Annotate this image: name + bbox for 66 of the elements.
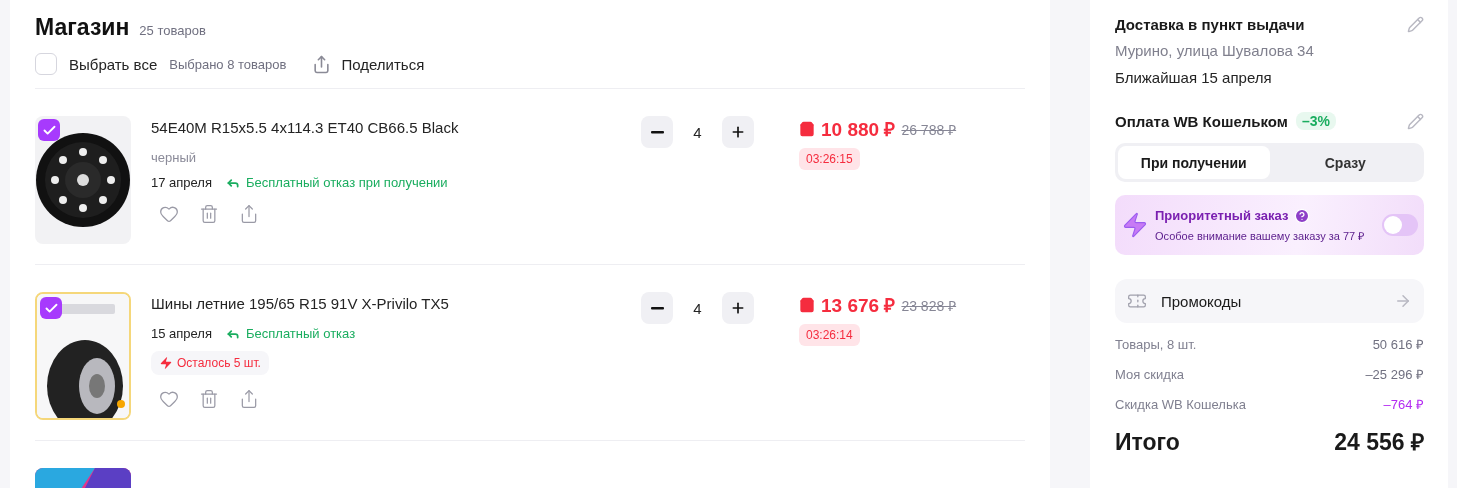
summary-value: 50 616 ₽ bbox=[1372, 336, 1424, 353]
select-all-label[interactable]: Выбрать все bbox=[69, 55, 158, 73]
item-checkbox[interactable] bbox=[40, 297, 62, 319]
favorite-icon[interactable] bbox=[159, 204, 179, 224]
delete-icon[interactable] bbox=[199, 389, 219, 409]
nearest-date: Ближайшая 15 апреля bbox=[1115, 69, 1273, 86]
product-title[interactable]: 54E40M R15x5.5 4x114.3 ET40 CB66.5 Black bbox=[151, 119, 641, 136]
arrow-right-icon bbox=[1394, 292, 1412, 310]
product-title[interactable]: Шины летние 195/65 R15 91V X-Privilo TX5 bbox=[151, 295, 641, 312]
promo-button[interactable]: Промокоды bbox=[1115, 279, 1424, 323]
priority-toggle[interactable] bbox=[1382, 214, 1418, 236]
help-icon[interactable] bbox=[1294, 207, 1311, 224]
free-refusal-note: Бесплатный отказ bbox=[246, 326, 356, 341]
minus-icon bbox=[650, 306, 664, 310]
discount-badge: –3% bbox=[1295, 112, 1336, 130]
stock-text: Осталось 5 шт. bbox=[177, 356, 261, 370]
item-count: 25 товаров bbox=[139, 23, 206, 38]
delivery-date: 15 апреля bbox=[151, 326, 212, 341]
edit-icon[interactable] bbox=[1407, 112, 1424, 130]
old-price: 23 828 ₽ bbox=[901, 296, 957, 315]
decrease-button[interactable] bbox=[641, 292, 673, 324]
selected-count: Выбрано 8 товаров bbox=[169, 56, 287, 72]
quantity-value: 4 bbox=[692, 299, 703, 317]
plus-icon bbox=[730, 300, 746, 316]
timer-badge: 03:26:14 bbox=[799, 324, 860, 346]
lightning-icon bbox=[159, 356, 173, 370]
delivery-address: Мурино, улица Шувалова 34 bbox=[1115, 42, 1315, 59]
plus-icon bbox=[730, 124, 746, 140]
favorite-icon[interactable] bbox=[159, 389, 179, 409]
total-label: Итого bbox=[1115, 429, 1180, 456]
share-icon bbox=[312, 54, 332, 74]
share-icon[interactable] bbox=[239, 204, 259, 224]
delivery-date: 17 апреля bbox=[151, 175, 212, 190]
select-all-checkbox[interactable] bbox=[35, 53, 57, 75]
share-icon[interactable] bbox=[239, 389, 259, 409]
timer-badge: 03:26:15 bbox=[799, 148, 860, 170]
increase-button[interactable] bbox=[722, 116, 754, 148]
summary-label: Товары, 8 шт. bbox=[1115, 337, 1197, 352]
priority-title: Приоритетный заказ bbox=[1155, 208, 1289, 223]
total-value: 24 556 ₽ bbox=[1334, 428, 1424, 457]
priority-hint: Особое внимание вашему заказу за 77 ₽ bbox=[1155, 228, 1366, 243]
share-button[interactable]: Поделиться bbox=[312, 54, 425, 74]
delete-icon[interactable] bbox=[199, 204, 219, 224]
increase-button[interactable] bbox=[722, 292, 754, 324]
payment-title: Оплата WB Кошельком bbox=[1115, 112, 1288, 130]
price: 13 676 ₽ bbox=[821, 294, 896, 318]
bag-icon bbox=[799, 297, 815, 313]
shop-title: Магазин bbox=[35, 14, 130, 41]
summary-label: Моя скидка bbox=[1115, 367, 1185, 382]
minus-icon bbox=[650, 130, 664, 134]
free-refusal-note: Бесплатный отказ при получении bbox=[246, 175, 448, 190]
quantity-value: 4 bbox=[692, 123, 703, 141]
summary-value: –25 296 ₽ bbox=[1365, 366, 1424, 383]
bag-icon bbox=[799, 121, 815, 137]
item-checkbox[interactable] bbox=[38, 119, 60, 141]
delivery-title: Доставка в пункт выдачи bbox=[1115, 16, 1305, 33]
lightning-icon bbox=[1121, 211, 1149, 239]
payment-option[interactable]: При получении bbox=[1118, 146, 1270, 179]
summary-value: –764 ₽ bbox=[1383, 396, 1424, 413]
old-price: 26 788 ₽ bbox=[901, 120, 957, 139]
decrease-button[interactable] bbox=[641, 116, 673, 148]
price: 10 880 ₽ bbox=[821, 118, 896, 142]
payment-option[interactable]: Сразу bbox=[1269, 146, 1421, 179]
product-color: черный bbox=[151, 150, 198, 165]
edit-icon[interactable] bbox=[1407, 16, 1424, 33]
summary-label: Скидка WB Кошелька bbox=[1115, 397, 1246, 412]
